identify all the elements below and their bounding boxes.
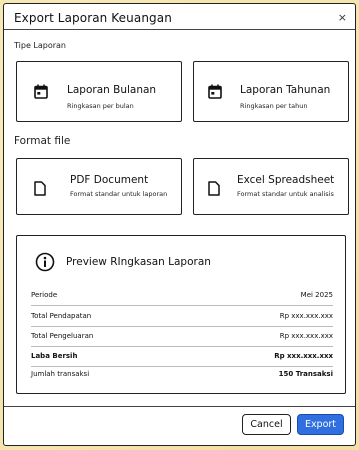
option-subtitle: Ringkasan per tahun [240, 102, 308, 110]
option-title: Excel Spreadsheet [237, 174, 335, 186]
preview-row-laba-bersih: Laba Bersih Rp xxx.xxx.xxx [31, 352, 333, 360]
row-divider [31, 305, 333, 306]
option-laporan-tahunan[interactable]: Laporan Tahunan Ringkasan per tahun [193, 61, 349, 122]
option-subtitle: Format standar untuk analisis [237, 190, 334, 198]
preview-row-jumlah-transaksi: Jumlah transaksi 150 Transaksi [31, 370, 333, 378]
preview-panel: Preview RIngkasan Laporan Periode Mei 20… [16, 235, 346, 394]
row-label: Periode [31, 291, 58, 299]
cancel-button[interactable]: Cancel [242, 414, 291, 435]
preview-row-periode: Periode Mei 2025 [31, 291, 333, 299]
info-icon [35, 252, 55, 276]
calendar-icon [208, 84, 222, 103]
calendar-icon [34, 84, 48, 103]
option-laporan-bulanan[interactable]: Laporan Bulanan Ringkasan per bulan [16, 61, 182, 122]
option-subtitle: Format standar untuk laporan [70, 190, 168, 198]
row-label: Jumlah transaksi [31, 370, 90, 378]
option-pdf-document[interactable]: PDF Document Format standar untuk lapora… [16, 158, 182, 215]
row-label: Total Pengeluaran [31, 332, 94, 340]
row-divider [31, 326, 333, 327]
export-button[interactable]: Export [297, 414, 344, 435]
preview-title: Preview RIngkasan Laporan [66, 256, 211, 268]
row-value: 150 Transaksi [278, 370, 333, 378]
header-divider [4, 29, 355, 30]
option-subtitle: Ringkasan per bulan [67, 102, 134, 110]
close-icon[interactable]: × [338, 11, 347, 24]
option-title: PDF Document [70, 174, 149, 186]
row-divider [31, 366, 333, 367]
footer-divider [4, 406, 355, 407]
preview-row-pengeluaran: Total Pengeluaran Rp xxx.xxx.xxx [31, 332, 333, 340]
row-divider [31, 346, 333, 347]
row-value: Rp xxx.xxx.xxx [279, 312, 333, 320]
row-value: Rp xxx.xxx.xxx [279, 332, 333, 340]
row-value: Rp xxx.xxx.xxx [274, 352, 333, 360]
option-title: Laporan Tahunan [240, 84, 331, 96]
file-format-label: Format file [14, 135, 71, 147]
option-title: Laporan Bulanan [67, 84, 157, 96]
row-value: Mei 2025 [300, 291, 333, 299]
row-label: Laba Bersih [31, 352, 78, 360]
report-type-label: Tipe Laporan [14, 41, 66, 50]
preview-row-pendapatan: Total Pendapatan Rp xxx.xxx.xxx [31, 312, 333, 320]
document-icon [34, 181, 46, 200]
export-dialog: Export Laporan Keuangan × Tipe Laporan L… [3, 3, 356, 446]
dialog-title: Export Laporan Keuangan [14, 11, 172, 25]
option-excel-spreadsheet[interactable]: Excel Spreadsheet Format standar untuk a… [193, 158, 349, 215]
document-icon [208, 181, 220, 200]
row-label: Total Pendapatan [31, 312, 92, 320]
